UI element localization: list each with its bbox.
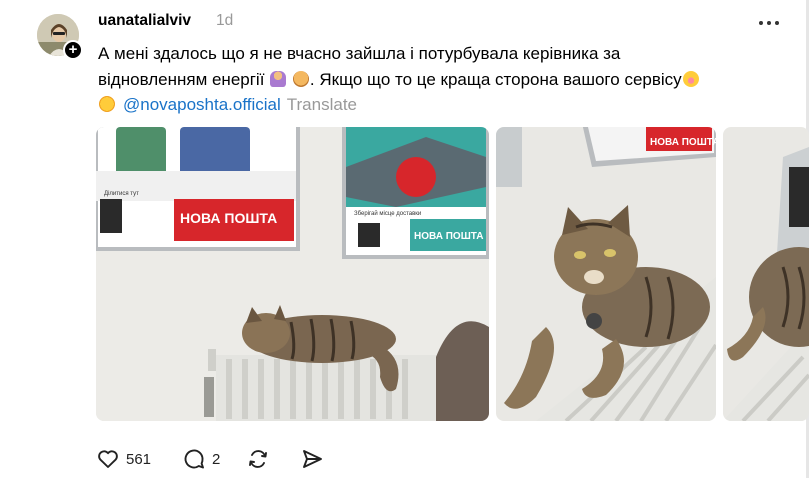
- post-photo-3[interactable]: [723, 127, 809, 421]
- author-avatar-group[interactable]: +: [37, 14, 83, 60]
- post-text-line1: А мені здалось що я не вчасно зайшла і п…: [98, 44, 621, 63]
- heart-icon: [98, 450, 118, 468]
- poster-caption-text: Зберігай місце доставки: [354, 210, 421, 217]
- repost-icon: [249, 450, 267, 468]
- post-text-line2a: відновленням енергії: [98, 69, 265, 89]
- post-body: А мені здалось що я не вчасно зайшла і п…: [98, 41, 778, 118]
- meditation-emoji-icon: [270, 70, 287, 87]
- follow-plus-icon[interactable]: +: [63, 40, 83, 60]
- brand-sign-text-2: НОВА ПОШТА: [414, 231, 483, 242]
- like-count: 561: [126, 450, 152, 468]
- smiling-face-emoji-icon: [99, 96, 115, 112]
- poster-small-text-1: Ділитися тут: [104, 191, 139, 197]
- cat-emoji-icon: [292, 70, 309, 87]
- brand-sign-text-3: НОВА ПОШТА: [650, 137, 716, 148]
- more-options-icon[interactable]: [754, 12, 784, 34]
- like-button[interactable]: 561: [96, 444, 151, 474]
- post-photo-1[interactable]: НОВА ПОШТА Ділитися тут Зберігай місце д…: [96, 127, 489, 421]
- send-icon: [303, 450, 322, 468]
- brand-sign-text-1: НОВА ПОШТА: [180, 210, 277, 226]
- comment-icon: [184, 449, 204, 469]
- reply-button[interactable]: 2: [182, 444, 220, 474]
- username-link[interactable]: uanatalialviv: [98, 12, 191, 30]
- reply-count: 2: [212, 450, 221, 468]
- post-photo-2[interactable]: НОВА ПОШТА: [496, 127, 716, 421]
- translate-link[interactable]: Translate: [287, 95, 357, 114]
- post-timestamp[interactable]: 1d: [216, 12, 233, 30]
- repost-button[interactable]: [246, 444, 270, 474]
- share-button[interactable]: [300, 444, 324, 474]
- pleading-face-emoji-icon: [682, 70, 699, 87]
- post-text-line2b: . Якщо що то це краща сторона вашого сер…: [309, 69, 682, 89]
- mention-link[interactable]: @novaposhta.official: [123, 95, 281, 114]
